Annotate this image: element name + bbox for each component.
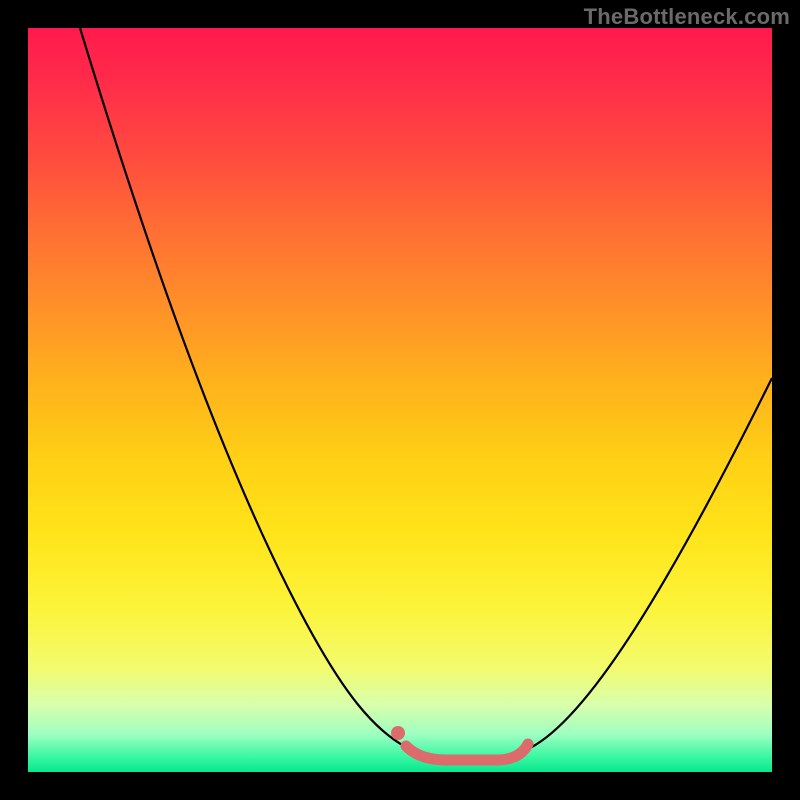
optimal-range-start-dot [391, 726, 405, 740]
watermark-text: TheBottleneck.com [584, 4, 790, 30]
bottleneck-curve [80, 28, 772, 760]
optimal-range-marker [406, 744, 528, 760]
chart-plot-area [28, 28, 772, 772]
chart-svg [28, 28, 772, 772]
